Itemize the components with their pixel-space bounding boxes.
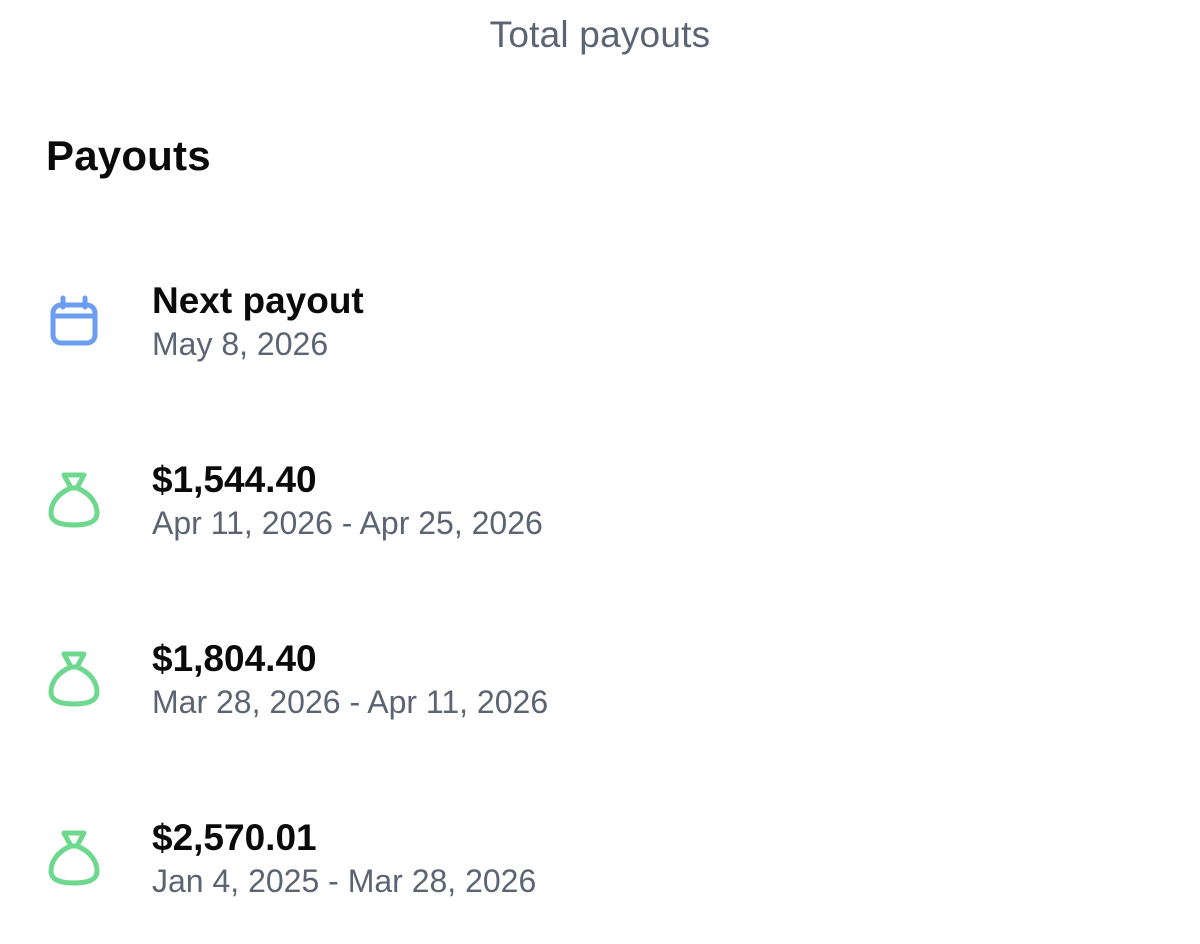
payout-row[interactable]: $2,570.01 Jan 4, 2025 - Mar 28, 2026 [0, 817, 1200, 937]
payout-row[interactable]: $1,544.40 Apr 11, 2026 - Apr 25, 2026 [0, 459, 1200, 579]
next-payout-date: May 8, 2026 [152, 326, 329, 362]
payout-period: Apr 11, 2026 - Apr 25, 2026 [152, 505, 543, 541]
calendar-icon [46, 290, 106, 354]
money-bag-icon [46, 469, 106, 533]
payout-period: Jan 4, 2025 - Mar 28, 2026 [152, 863, 537, 899]
next-payout-row[interactable]: Next payout May 8, 2026 [0, 280, 1200, 400]
payout-amount: $2,570.01 [152, 817, 317, 858]
next-payout-label: Next payout [152, 280, 364, 321]
payouts-screen: Total payouts Payouts Next payout May 8,… [0, 0, 1200, 944]
payout-row[interactable]: $1,804.40 Mar 28, 2026 - Apr 11, 2026 [0, 638, 1200, 758]
payout-amount: $1,804.40 [152, 638, 317, 679]
total-payouts-link[interactable]: Total payouts [0, 14, 1200, 56]
money-bag-icon [46, 827, 106, 891]
payouts-section-title: Payouts [46, 132, 211, 179]
payout-period: Mar 28, 2026 - Apr 11, 2026 [152, 684, 549, 720]
payout-amount: $1,544.40 [152, 459, 317, 500]
money-bag-icon [46, 648, 106, 712]
